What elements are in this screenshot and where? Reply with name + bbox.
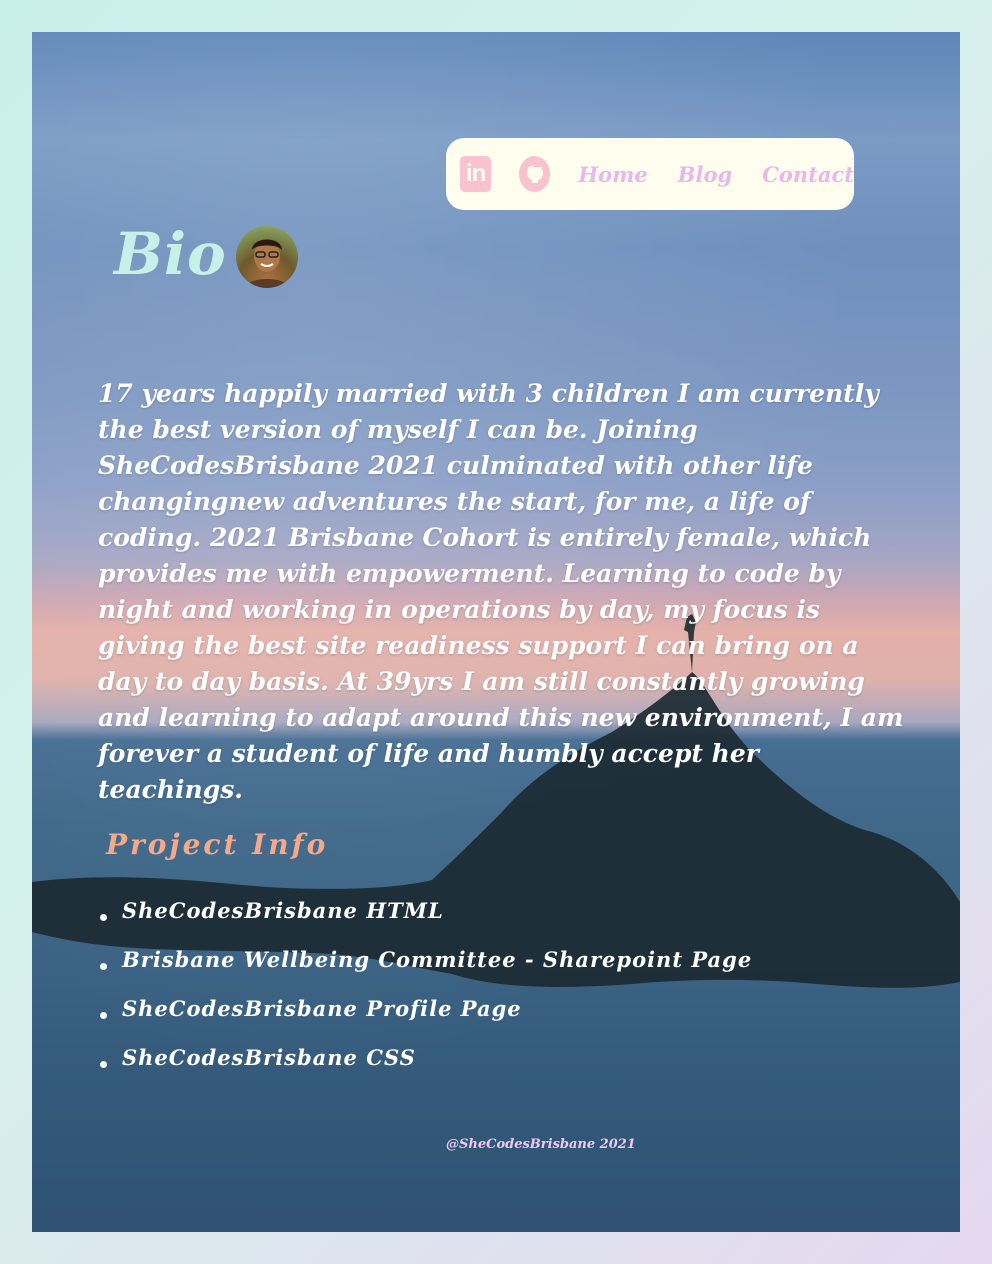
bio-paragraph: 17 years happily married with 3 children… (98, 379, 904, 804)
top-nav: in Home Blog Contact (446, 138, 854, 210)
project-info-heading: Project Info (106, 828, 329, 861)
project-list: SheCodesBrisbane HTML Brisbane Wellbeing… (98, 898, 752, 1094)
bio-heading: Bio (114, 220, 227, 288)
linkedin-glyph: in (465, 160, 486, 187)
project-list-item: Brisbane Wellbeing Committee - Sharepoin… (98, 947, 752, 996)
nav-home-link[interactable]: Home (578, 162, 647, 187)
avatar (236, 226, 298, 288)
nav-contact-link[interactable]: Contact (762, 162, 854, 187)
project-list-item: SheCodesBrisbane HTML (98, 898, 752, 947)
github-glyph (526, 165, 543, 183)
linkedin-icon[interactable]: in (460, 156, 492, 192)
footer-credit: @SheCodesBrisbane 2021 (446, 1137, 636, 1152)
project-list-item: SheCodesBrisbane CSS (98, 1045, 752, 1094)
project-list-item: SheCodesBrisbane Profile Page (98, 996, 752, 1045)
nav-blog-link[interactable]: Blog (678, 162, 732, 187)
page-frame: in Home Blog Contact Bio 17 years happil… (32, 32, 960, 1232)
github-icon[interactable] (519, 156, 551, 192)
avatar-portrait (244, 239, 290, 288)
